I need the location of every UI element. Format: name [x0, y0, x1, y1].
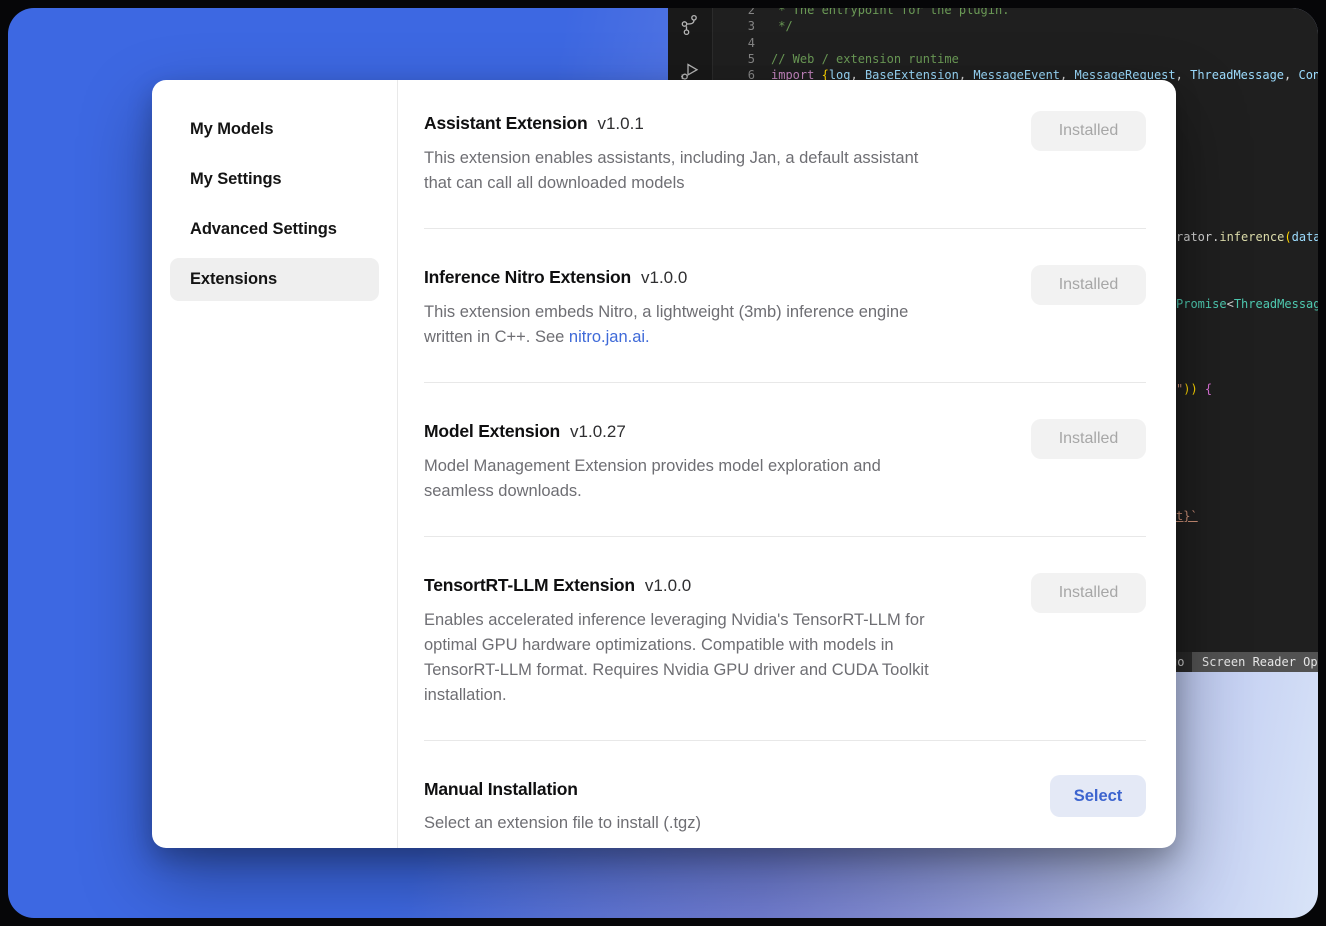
extensions-list: Assistant Extension v1.0.1 This extensio…: [398, 80, 1176, 848]
select-button[interactable]: Select: [1050, 775, 1146, 817]
extension-name: TensortRT-LLM Extension: [424, 573, 635, 597]
extension-description: This extension embeds Nitro, a lightweig…: [424, 300, 908, 350]
sidebar-item-my-settings[interactable]: My Settings: [170, 158, 379, 201]
code-token: rator.: [1176, 230, 1219, 244]
line-number: 4: [713, 35, 771, 51]
extension-description: Select an extension file to install (.tg…: [424, 811, 701, 836]
extension-name: Inference Nitro Extension: [424, 265, 631, 289]
code-token: * The entrypoint for the plugin.: [771, 8, 1009, 17]
screenshot-stage: 2 * The entrypoint for the plugin.3 */45…: [0, 0, 1326, 926]
extension-version: v1.0.1: [597, 112, 643, 136]
extension-description: Enables accelerated inference leveraging…: [424, 608, 929, 708]
code-token: t}`: [1176, 509, 1198, 523]
run-debug-icon[interactable]: [678, 58, 702, 82]
line-number: 5: [713, 51, 771, 67]
extension-name: Assistant Extension: [424, 111, 587, 135]
code-fragment: ")) {: [1176, 381, 1212, 397]
line-number: 3: [713, 18, 771, 34]
screen-reader-chip[interactable]: Screen Reader Optimized: [1192, 652, 1318, 672]
editor-code-lines: 2 * The entrypoint for the plugin.3 */45…: [713, 8, 1318, 83]
code-fragment: t}`: [1176, 508, 1198, 524]
extension-name: Model Extension: [424, 419, 560, 443]
code-token: inference: [1219, 230, 1284, 244]
code-token: data: [1292, 230, 1318, 244]
code-token: ,: [1284, 68, 1298, 82]
code-token: */: [771, 19, 793, 33]
extension-row-inference-nitro: Inference Nitro Extension v1.0.0 This ex…: [424, 229, 1146, 383]
code-text: * The entrypoint for the plugin.: [771, 8, 1009, 18]
code-token: ContentType: [1298, 68, 1318, 82]
installed-button[interactable]: Installed: [1031, 111, 1146, 151]
code-token: Promise: [1176, 297, 1227, 311]
code-token: // Web / extension runtime: [771, 52, 959, 66]
code-text: // Web / extension runtime: [771, 51, 959, 67]
extension-version: v1.0.27: [570, 420, 626, 444]
code-text: */: [771, 18, 793, 34]
extension-row-model: Model Extension v1.0.27 Model Management…: [424, 383, 1146, 537]
settings-modal: My Models My Settings Advanced Settings …: [152, 80, 1176, 848]
app-window: 2 * The entrypoint for the plugin.3 */45…: [8, 8, 1318, 918]
extension-version: v1.0.0: [645, 574, 691, 598]
code-fragment: Promise<ThreadMessage>: [1176, 296, 1318, 312]
code-line: 2 * The entrypoint for the plugin.: [713, 8, 1318, 18]
installed-button[interactable]: Installed: [1031, 573, 1146, 613]
installed-button[interactable]: Installed: [1031, 419, 1146, 459]
extension-version: v1.0.0: [641, 266, 687, 290]
extension-description: Model Management Extension provides mode…: [424, 454, 881, 504]
code-token: {: [1205, 382, 1212, 396]
code-fragment: rator.inference(data));: [1176, 229, 1318, 245]
code-token: [1198, 382, 1205, 396]
line-number: 2: [713, 8, 771, 18]
sidebar-item-advanced-settings[interactable]: Advanced Settings: [170, 208, 379, 251]
code-token: ,: [1176, 68, 1190, 82]
nitro-jan-ai-link[interactable]: nitro.jan.ai.: [569, 328, 650, 346]
code-line: 4: [713, 35, 1318, 51]
installed-button[interactable]: Installed: [1031, 265, 1146, 305]
sidebar-item-extensions[interactable]: Extensions: [170, 258, 379, 301]
sidebar-item-my-models[interactable]: My Models: [170, 108, 379, 151]
code-line: 3 */: [713, 18, 1318, 34]
code-line: 5// Web / extension runtime: [713, 51, 1318, 67]
extension-row-assistant: Assistant Extension v1.0.1 This extensio…: [424, 80, 1146, 229]
code-token: )): [1183, 382, 1197, 396]
extension-row-tensorrt-llm: TensortRT-LLM Extension v1.0.0 Enables a…: [424, 537, 1146, 741]
extension-name: Manual Installation: [424, 777, 578, 801]
code-token: (: [1284, 230, 1291, 244]
extension-description: This extension enables assistants, inclu…: [424, 146, 918, 196]
extension-row-manual-installation: Manual Installation Select an extension …: [424, 741, 1146, 868]
settings-sidebar: My Models My Settings Advanced Settings …: [152, 80, 398, 848]
source-control-icon[interactable]: [678, 13, 702, 37]
code-token: ThreadMessage: [1190, 68, 1284, 82]
code-token: ThreadMessage: [1234, 297, 1318, 311]
code-token: <: [1227, 297, 1234, 311]
